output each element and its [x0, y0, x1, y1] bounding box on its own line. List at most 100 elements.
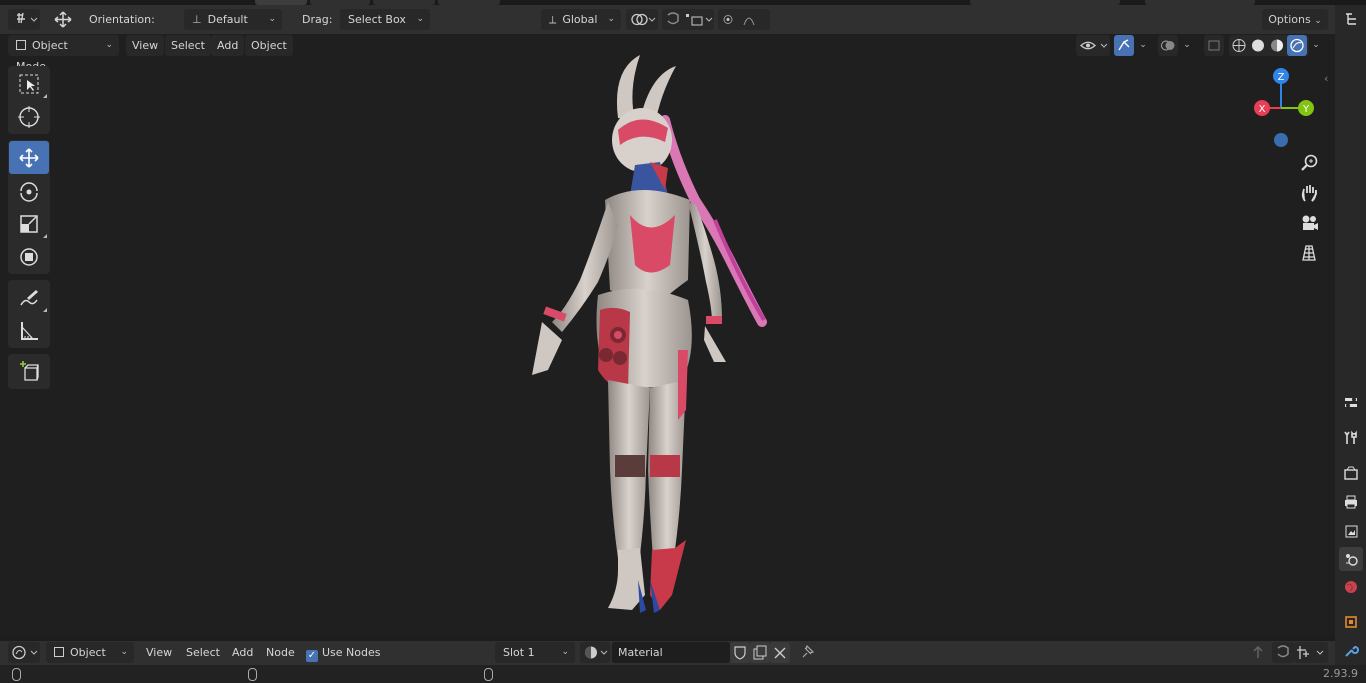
select-box-icon	[19, 74, 39, 93]
gizmo-chevron-down-icon[interactable]: ⌄	[1136, 35, 1150, 56]
parent-node-tree-button[interactable]	[1248, 642, 1268, 663]
xray-toggle[interactable]	[1204, 35, 1224, 56]
tab-render[interactable]	[1339, 461, 1363, 485]
global-axes-icon: ⟂	[549, 13, 557, 26]
outliner-toggle-button[interactable]	[1339, 7, 1363, 31]
node-menu-select[interactable]: Select	[180, 642, 226, 663]
unlink-material-button[interactable]	[770, 642, 790, 663]
snap-group[interactable]	[662, 9, 714, 30]
tab-world[interactable]	[1339, 575, 1363, 599]
gizmo-y-label: Y	[1302, 104, 1310, 115]
gizmos-toggle[interactable]	[1114, 35, 1134, 56]
snap-toggle[interactable]	[1272, 642, 1294, 663]
character-model[interactable]	[500, 50, 800, 620]
gizmo-x-label: X	[1259, 104, 1266, 115]
annotate-tool[interactable]	[9, 281, 49, 314]
tool-group-annotate	[8, 280, 50, 348]
shading-chevron-down-icon[interactable]: ⌄	[1309, 35, 1323, 56]
drag-label: Drag:	[302, 13, 333, 26]
gizmo-neg-z-axis[interactable]	[1274, 133, 1288, 147]
menu-object[interactable]: Object	[245, 35, 293, 56]
mouse-left-icon	[12, 668, 21, 681]
shader-type-value: Object	[70, 646, 106, 659]
orientation-axes-icon: ⊥	[192, 13, 202, 26]
node-menu-node[interactable]: Node	[260, 642, 301, 663]
overlays-toggle[interactable]	[1158, 35, 1178, 56]
editor-type-button[interactable]	[8, 642, 40, 663]
menu-view[interactable]: View	[126, 35, 165, 56]
pin-icon	[802, 644, 815, 658]
options-dropdown[interactable]: Options ⌄	[1262, 9, 1328, 30]
chevron-down-icon: ⌄	[120, 647, 128, 657]
editor-type-button[interactable]	[8, 9, 40, 30]
move-tool[interactable]	[9, 141, 49, 174]
node-menu-add[interactable]: Add	[226, 642, 259, 663]
object-square-icon	[1345, 616, 1357, 628]
transform-tool[interactable]	[9, 240, 49, 273]
editor-type-icon	[17, 12, 38, 24]
object-mode-dropdown[interactable]: Object Mode⌄	[8, 35, 119, 73]
menu-select[interactable]: Select	[165, 35, 211, 56]
orientation-dropdown[interactable]: ⊥ Default ⌄	[184, 9, 282, 30]
drag-value: Select Box	[348, 13, 406, 26]
measure-tool[interactable]	[9, 314, 49, 347]
pan-hand-icon	[1301, 185, 1317, 202]
menu-add[interactable]: Add	[211, 35, 245, 56]
options-label: Options	[1268, 13, 1311, 26]
sidebar-toggle-chevron-icon[interactable]: ‹	[1324, 72, 1328, 85]
tool-group-transform	[8, 140, 50, 274]
transform-orientation-dropdown[interactable]: ⟂ Global ⌄	[541, 9, 621, 30]
camera-view-button[interactable]	[1296, 210, 1322, 236]
tab-tool[interactable]	[1339, 426, 1363, 450]
add-cube-tool[interactable]	[9, 355, 49, 388]
pin-button[interactable]	[796, 642, 816, 663]
rotate-tool[interactable]	[9, 174, 49, 207]
shader-type-dropdown[interactable]: Object ⌄	[46, 642, 134, 663]
pivot-point-dropdown[interactable]	[626, 9, 658, 30]
rendered-shading-button[interactable]	[1287, 35, 1307, 56]
proportional-edit-icon	[723, 15, 755, 26]
move-tool-icon[interactable]	[50, 9, 76, 30]
use-nodes-toggle[interactable]: ✓ Use Nodes	[306, 642, 381, 663]
browse-material-button[interactable]	[580, 642, 610, 663]
use-nodes-checkbox[interactable]: ✓	[306, 650, 318, 662]
eye-icon	[1080, 41, 1108, 50]
chevron-down-icon: ⌄	[416, 14, 424, 24]
ortho-toggle-button[interactable]	[1296, 240, 1322, 266]
navigation-gizmo[interactable]: Z X Y	[1240, 62, 1320, 152]
fake-user-button[interactable]	[730, 642, 750, 663]
tab-modifiers[interactable]	[1339, 639, 1363, 663]
tab-view-layer[interactable]	[1339, 519, 1363, 543]
material-slot-dropdown[interactable]: Slot 1 ⌄	[495, 642, 575, 663]
cursor-tool[interactable]	[9, 100, 49, 133]
mouse-middle-icon	[248, 668, 257, 681]
tab-output[interactable]	[1339, 490, 1363, 514]
scene-icon	[1346, 554, 1358, 566]
tool-wrench-icon	[1344, 430, 1357, 444]
tab-scene[interactable]	[1339, 547, 1363, 571]
new-material-button[interactable]	[750, 642, 770, 663]
transform-orientation-value: Global	[562, 13, 598, 26]
proportional-editing-group[interactable]	[718, 9, 770, 30]
pan-button[interactable]	[1296, 180, 1322, 206]
snap-element-dropdown[interactable]	[1294, 642, 1328, 663]
orientation-value: Default	[207, 13, 248, 26]
select-box-tool[interactable]	[9, 67, 49, 100]
scale-tool[interactable]	[9, 207, 49, 240]
snap-magnet-icon	[667, 12, 713, 26]
right-hand	[704, 326, 726, 362]
drag-dropdown[interactable]: Select Box ⌄	[340, 9, 430, 30]
cursor-icon	[18, 105, 40, 128]
snap-magnet-icon	[1277, 645, 1289, 658]
tab-object[interactable]	[1339, 610, 1363, 634]
overlays-chevron-down-icon[interactable]: ⌄	[1180, 35, 1194, 56]
xray-icon	[1208, 40, 1220, 51]
zoom-button[interactable]	[1296, 150, 1322, 176]
properties-toggle-button[interactable]	[1339, 391, 1363, 415]
pivot-icon	[631, 13, 656, 26]
material-name-field[interactable]: Material	[612, 642, 730, 663]
status-bar: 2.93.9	[0, 665, 1366, 683]
visibility-dropdown[interactable]	[1076, 35, 1110, 56]
tool-variants-indicator	[43, 94, 47, 98]
node-menu-view[interactable]: View	[140, 642, 178, 663]
